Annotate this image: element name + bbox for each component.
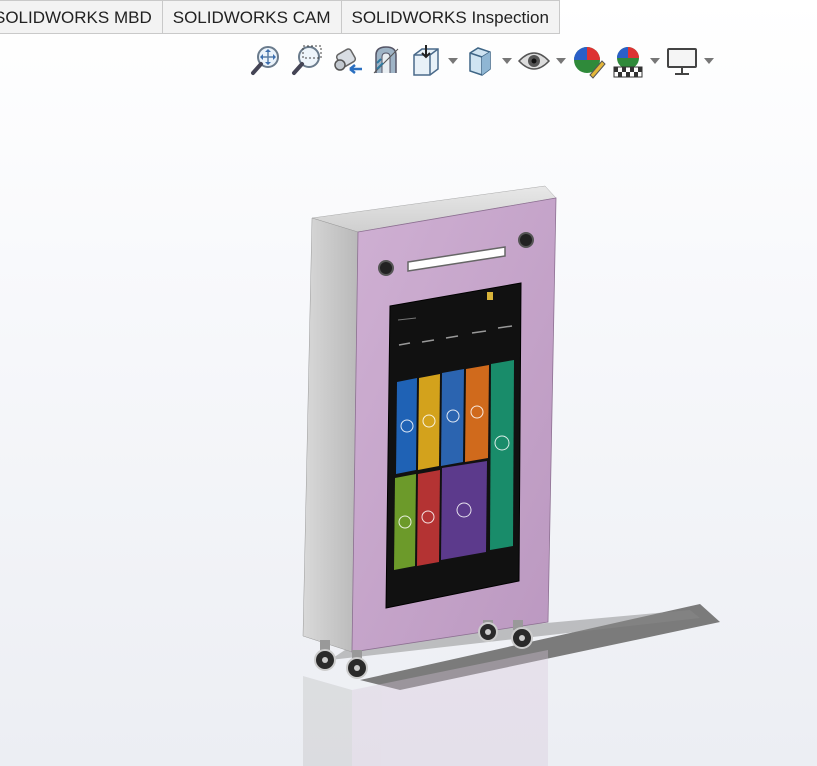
view-settings-icon[interactable] bbox=[662, 41, 702, 81]
display-style-dropdown-icon[interactable] bbox=[500, 41, 514, 81]
previous-view-icon[interactable] bbox=[326, 41, 366, 81]
command-manager-tabs: SOLIDWORKS MBD SOLIDWORKS CAM SOLIDWORKS… bbox=[0, 0, 560, 34]
zoom-to-area-icon[interactable] bbox=[286, 41, 326, 81]
zoom-to-fit-icon[interactable] bbox=[246, 41, 286, 81]
hide-show-items-icon[interactable] bbox=[514, 41, 554, 81]
edit-appearance-icon[interactable] bbox=[568, 41, 608, 81]
left-camera bbox=[378, 260, 394, 276]
view-orientation-icon[interactable] bbox=[406, 41, 446, 81]
tab-solidworks-inspection[interactable]: SOLIDWORKS Inspection bbox=[341, 0, 560, 33]
section-view-icon[interactable] bbox=[366, 41, 406, 81]
apply-scene-dropdown-icon[interactable] bbox=[648, 41, 662, 81]
kiosk-model[interactable] bbox=[302, 185, 557, 679]
tab-solidworks-mbd[interactable]: SOLIDWORKS MBD bbox=[0, 0, 163, 33]
heads-up-view-toolbar bbox=[246, 40, 716, 82]
tab-solidworks-cam[interactable]: SOLIDWORKS CAM bbox=[162, 0, 342, 33]
hide-show-dropdown-icon[interactable] bbox=[554, 41, 568, 81]
kiosk-side-panel bbox=[302, 217, 359, 653]
view-settings-dropdown-icon[interactable] bbox=[702, 41, 716, 81]
right-camera bbox=[518, 232, 534, 248]
display-style-icon[interactable] bbox=[460, 41, 500, 81]
view-orientation-dropdown-icon[interactable] bbox=[446, 41, 460, 81]
graphics-area[interactable] bbox=[0, 90, 817, 766]
apply-scene-icon[interactable] bbox=[608, 41, 648, 81]
